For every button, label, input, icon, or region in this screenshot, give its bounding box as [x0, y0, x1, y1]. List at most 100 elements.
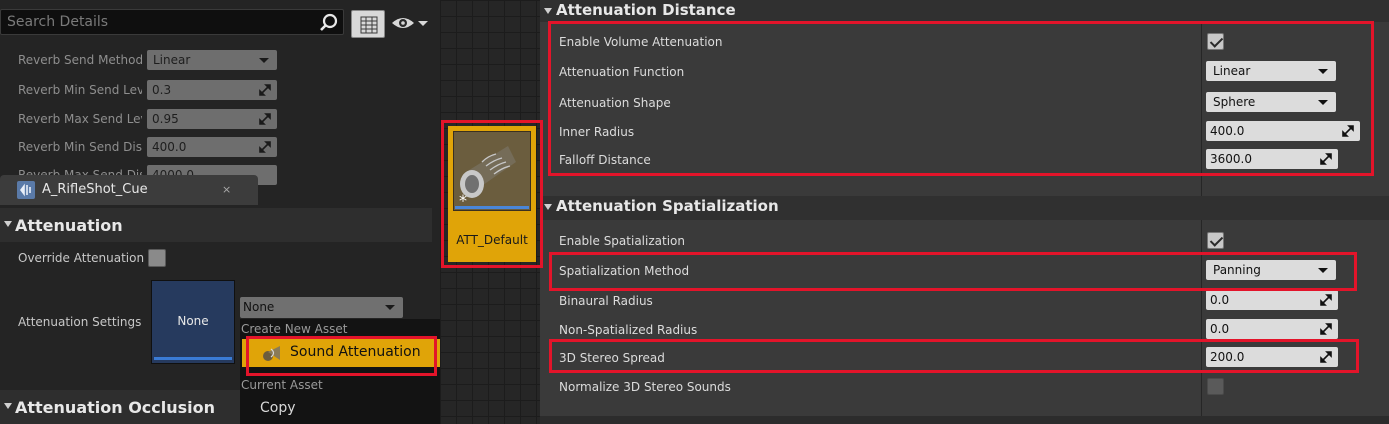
drag-arrows-icon[interactable]: [259, 84, 271, 96]
reverb-send-method-label: Reverb Send Method: [18, 53, 142, 67]
spatialization-method-combo[interactable]: Panning: [1206, 260, 1336, 280]
chevron-down-icon: [1318, 100, 1328, 105]
node-label: ATT_Default: [456, 233, 528, 247]
menu-item-label: Sound Attenuation: [290, 344, 421, 360]
section-title: Attenuation: [15, 216, 123, 235]
attenuation-asset-value: None: [243, 300, 275, 314]
chevron-down-icon: [4, 221, 12, 227]
attenuation-section-header[interactable]: Attenuation: [0, 208, 432, 242]
reverb-max-send-level-field[interactable]: 0.95: [147, 109, 277, 129]
inner-radius-label: Inner Radius: [559, 125, 635, 139]
binaural-radius-row: Binaural Radius 0.0: [540, 287, 1389, 315]
drag-arrows-icon[interactable]: [1320, 153, 1332, 165]
view-options-button[interactable]: [351, 10, 385, 38]
attenuation-shape-value: Sphere: [1213, 95, 1256, 109]
drag-arrows-icon[interactable]: [1320, 351, 1332, 363]
attenuation-distance-section-header[interactable]: Attenuation Distance: [540, 0, 1389, 22]
reverb-min-send-distance-row: Reverb Min Send Distance 400.0: [0, 133, 440, 161]
drag-arrows-icon[interactable]: [259, 113, 271, 125]
enable-spatialization-checkbox[interactable]: [1207, 232, 1224, 249]
reverb-max-send-level-value: 0.95: [152, 112, 179, 126]
attenuation-function-row: Attenuation Function Linear: [540, 58, 1389, 86]
search-icon[interactable]: [319, 13, 339, 33]
override-attenuation-label: Override Attenuation: [18, 251, 145, 265]
attenuation-function-value: Linear: [1213, 64, 1251, 78]
reverb-min-send-level-value: 0.3: [152, 83, 172, 97]
reverb-min-send-level-row: Reverb Min Send Level 0.3: [0, 76, 440, 104]
chevron-down-icon: [4, 403, 12, 409]
binaural-radius-field[interactable]: 0.0: [1206, 290, 1338, 310]
attenuation-asset-combo[interactable]: None: [240, 297, 403, 318]
reverb-max-send-level-label: Reverb Max Send Level: [18, 112, 142, 126]
stereo-spread-label: 3D Stereo Spread: [559, 351, 665, 365]
drag-arrows-icon[interactable]: [1320, 294, 1332, 306]
falloff-distance-value: 3600.0: [1210, 152, 1252, 166]
search-bar[interactable]: [0, 9, 344, 35]
sound-attenuation-icon: [263, 346, 280, 361]
reverb-min-send-level-field[interactable]: 0.3: [147, 80, 277, 100]
drag-arrows-icon[interactable]: [259, 141, 271, 153]
enable-volume-attenuation-label: Enable Volume Attenuation: [559, 35, 723, 49]
chevron-down-icon: [1318, 268, 1328, 273]
chevron-down-icon: [418, 21, 428, 26]
reverb-min-send-level-label: Reverb Min Send Level: [18, 83, 142, 97]
section-title: Attenuation Spatialization: [556, 197, 779, 215]
search-input[interactable]: [7, 13, 307, 31]
visibility-filter-button[interactable]: [390, 12, 430, 34]
tab-title: A_RifleShot_Cue: [42, 182, 148, 197]
enable-spatialization-row: Enable Spatialization: [540, 227, 1389, 255]
thumbnail-label: None: [177, 314, 209, 328]
panel-bottom-strip: [540, 416, 1389, 424]
enable-spatialization-label: Enable Spatialization: [559, 234, 685, 248]
non-spatialized-radius-label: Non-Spatialized Radius: [559, 323, 698, 337]
normalize-stereo-row: Normalize 3D Stereo Sounds: [540, 373, 1389, 401]
binaural-radius-label: Binaural Radius: [559, 294, 653, 308]
spatialization-method-label: Spatialization Method: [559, 264, 690, 278]
non-spatialized-radius-field[interactable]: 0.0: [1206, 319, 1338, 339]
spatialization-method-row: Spatialization Method Panning: [540, 257, 1389, 285]
chevron-down-icon: [544, 204, 552, 210]
attenuation-settings-label: Attenuation Settings: [18, 315, 142, 329]
non-spatialized-radius-value: 0.0: [1210, 322, 1230, 336]
inner-radius-field[interactable]: 400.0: [1206, 121, 1360, 141]
eye-icon: [392, 18, 414, 28]
section-title: Attenuation Distance: [556, 1, 736, 19]
reverb-min-send-distance-field[interactable]: 400.0: [147, 137, 277, 157]
spatialization-method-value: Panning: [1213, 263, 1261, 277]
drag-arrows-icon[interactable]: [1342, 125, 1354, 137]
falloff-distance-field[interactable]: 3600.0: [1206, 149, 1338, 169]
reverb-max-send-level-row: Reverb Max Send Level 0.95: [0, 105, 440, 133]
chevron-down-icon: [1318, 69, 1328, 74]
stereo-spread-value: 200.0: [1210, 350, 1245, 364]
thumbnail-selection-bar: [455, 206, 529, 209]
attenuation-asset-node[interactable]: * ATT_Default: [448, 126, 536, 262]
chevron-down-icon: [259, 58, 269, 63]
drag-arrows-icon[interactable]: [1320, 323, 1332, 335]
grid-view-icon: [360, 16, 378, 34]
normalize-stereo-checkbox[interactable]: [1207, 378, 1224, 395]
asset-thumbnail: *: [453, 131, 531, 211]
enable-volume-attenuation-checkbox[interactable]: [1207, 33, 1224, 50]
reverb-send-method-combo[interactable]: Linear: [147, 50, 277, 70]
override-attenuation-row: Override Attenuation: [0, 244, 440, 272]
reverb-min-send-distance-value: 400.0: [152, 140, 187, 154]
binaural-radius-value: 0.0: [1210, 293, 1230, 307]
thumbnail-selection-bar: [154, 357, 232, 360]
tab-asset-editor[interactable]: A_RifleShot_Cue ×: [0, 175, 258, 205]
stereo-spread-field[interactable]: 200.0: [1206, 347, 1338, 367]
attenuation-asset-thumbnail[interactable]: None: [151, 280, 235, 364]
attenuation-details-panel: Attenuation Distance Enable Volume Atten…: [540, 0, 1389, 424]
override-attenuation-checkbox[interactable]: [148, 249, 166, 267]
reverb-send-method-value: Linear: [153, 53, 191, 67]
attenuation-spatialization-section-header[interactable]: Attenuation Spatialization: [540, 196, 1389, 220]
sound-attenuation-icon: *: [459, 146, 516, 208]
stereo-spread-row: 3D Stereo Spread 200.0: [540, 344, 1389, 372]
create-new-asset-heading: Create New Asset: [241, 322, 348, 336]
current-asset-heading: Current Asset: [241, 378, 323, 392]
attenuation-function-combo[interactable]: Linear: [1206, 61, 1336, 81]
attenuation-shape-combo[interactable]: Sphere: [1206, 92, 1336, 112]
close-icon[interactable]: ×: [222, 183, 231, 196]
inner-radius-value: 400.0: [1210, 124, 1245, 138]
menu-item-copy[interactable]: Copy: [260, 400, 296, 416]
non-spatialized-radius-row: Non-Spatialized Radius 0.0: [540, 316, 1389, 344]
